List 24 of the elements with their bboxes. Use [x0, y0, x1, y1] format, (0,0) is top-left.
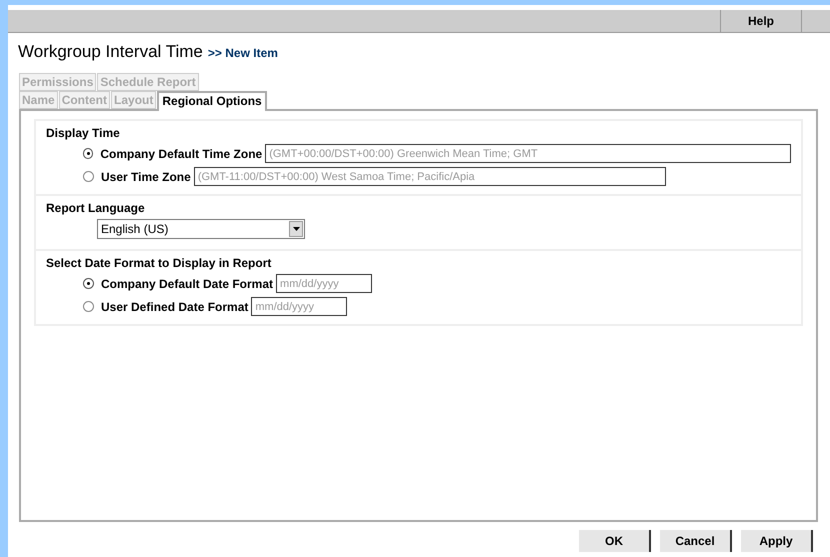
section-title: Select Date Format to Display in Report	[46, 256, 272, 270]
option-label: Company Default Time Zone	[100, 146, 262, 160]
input-field[interactable]: (GMT-11:00/DST+00:00) West Samoa Time; Pacific/Apia	[194, 167, 666, 186]
page-title: Workgroup Interval Time	[18, 42, 203, 62]
section-title: Display Time	[46, 126, 121, 140]
input-field[interactable]: mm/dd/yyyy	[276, 274, 372, 293]
radio-button[interactable]	[83, 171, 94, 182]
radio-button[interactable]	[83, 278, 94, 289]
tab[interactable]: Regional Options	[157, 91, 267, 111]
radio-button[interactable]	[83, 301, 94, 312]
help-button[interactable]: Help	[720, 10, 802, 32]
input-field[interactable]: mm/dd/yyyy	[251, 297, 348, 316]
input-field[interactable]: (GMT+00:00/DST+00:00) Greenwich Mean Time; GMT	[265, 144, 791, 163]
dialog-button[interactable]: OK	[579, 530, 651, 552]
dialog-button[interactable]: Cancel	[660, 530, 732, 552]
radio-button[interactable]	[83, 148, 94, 159]
language-dropdown[interactable]: English (US)	[97, 219, 305, 239]
option-label: Company Default Date Format	[101, 276, 274, 290]
option-label: User Time Zone	[101, 170, 191, 184]
section-title: Report Language	[46, 201, 146, 215]
dropdown-value: English (US)	[101, 222, 168, 236]
breadcrumb-link[interactable]: >> New Item	[208, 46, 278, 60]
option-label: User Defined Date Format	[101, 300, 248, 314]
dialog-button[interactable]: Apply	[741, 530, 813, 552]
